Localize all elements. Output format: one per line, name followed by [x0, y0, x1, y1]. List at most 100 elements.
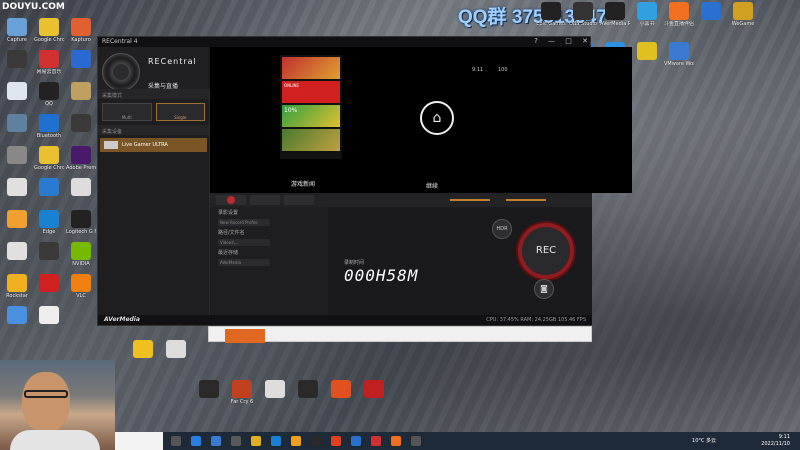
taskbar-app-icon[interactable] [211, 436, 221, 446]
app-icon [669, 42, 689, 60]
desktop-icon[interactable]: OBS Studio [568, 2, 598, 27]
desktop-icon[interactable]: AVerMedia RECentral 4 [600, 2, 630, 27]
desktop-icon[interactable] [161, 340, 191, 359]
desktop-icon[interactable] [34, 274, 64, 293]
desktop-icon[interactable]: Kapturo [66, 18, 96, 43]
desktop-icon[interactable] [696, 2, 726, 21]
taskbar-app-icon[interactable] [311, 436, 321, 446]
save-field[interactable]: AVerMedia [218, 259, 270, 266]
desktop-icon[interactable] [34, 242, 64, 261]
desktop-icon[interactable] [260, 380, 290, 399]
tab-screenshot[interactable] [284, 195, 314, 205]
volume-slider-2[interactable] [506, 199, 546, 201]
taskbar-app-icon[interactable] [291, 436, 301, 446]
desktop-icon[interactable] [2, 114, 32, 133]
desktop-icon[interactable] [66, 82, 96, 101]
app-icon [637, 2, 657, 20]
desktop-icon[interactable]: Google Chrome [34, 146, 64, 171]
desktop-icon[interactable] [194, 380, 224, 399]
maximize-icon[interactable]: □ [565, 37, 572, 45]
desktop-icon[interactable] [632, 42, 662, 61]
desktop-icon[interactable]: Epic Games [536, 2, 566, 27]
taskbar-app-icon[interactable] [171, 436, 181, 446]
taskbar-app-icon[interactable] [331, 436, 341, 446]
taskbar-app-icon[interactable] [191, 436, 201, 446]
desktop-icon[interactable]: Bluetooth [34, 114, 64, 139]
desktop-icon[interactable]: Capture [2, 18, 32, 43]
tab-stream[interactable] [250, 195, 280, 205]
desktop-icon[interactable] [34, 306, 64, 325]
desktop-icon[interactable] [2, 242, 32, 261]
camera-icon[interactable]: ◙ [534, 279, 554, 299]
profile-label: 录影设置 [218, 210, 239, 216]
capture-preview[interactable]: ONLINE 10% 游戏新闻 ⌂ 继续 9:11 100 [210, 47, 632, 193]
app-icon [39, 18, 59, 36]
taskbar-app-icon[interactable] [371, 436, 381, 446]
app-icon [7, 50, 27, 68]
taskbar-app-icon[interactable] [411, 436, 421, 446]
desktop-icon[interactable]: 网易云音乐 [34, 50, 64, 75]
desktop-icon[interactable] [2, 146, 32, 165]
rec-button[interactable]: REC [518, 223, 574, 279]
desktop-icon[interactable] [2, 306, 32, 325]
desktop-icon[interactable]: QQ [34, 82, 64, 107]
desktop-icon[interactable]: Logitech G HUB [66, 210, 96, 235]
performance-stats: CPU: 37.45% RAM: 24.25GB 105.46 FPS [486, 317, 586, 323]
recentral-window[interactable]: RECentral 4 ? — □ ✕ RECentral 采集与直播 采集模式… [97, 36, 632, 326]
desktop-icon[interactable] [326, 380, 356, 399]
desktop-icon[interactable] [34, 178, 64, 197]
tab-record[interactable] [216, 195, 246, 205]
desktop-icon[interactable] [2, 178, 32, 197]
taskbar-clock[interactable]: 9:11 2022/11/10 [761, 434, 790, 448]
taskbar-search[interactable] [115, 432, 163, 450]
desktop-icon[interactable] [359, 380, 389, 399]
desktop-icon-label: 斗鱼直播伴侣 [664, 21, 694, 27]
desktop-icon[interactable] [66, 114, 96, 133]
desktop-icon[interactable]: Rockstar [2, 274, 32, 299]
desktop-icon[interactable] [2, 82, 32, 101]
mode-multi-button[interactable]: Multi [102, 103, 152, 121]
taskbar-app-icon[interactable] [391, 436, 401, 446]
mode-single-button[interactable]: Single [155, 103, 205, 121]
desktop-icon[interactable] [66, 178, 96, 197]
desktop-icon[interactable] [66, 50, 96, 69]
app-icon [364, 380, 384, 398]
app-icon [331, 380, 351, 398]
path-field[interactable]: Videos\... [218, 239, 270, 246]
app-icon [71, 82, 91, 100]
desktop-icon[interactable]: 小黑书 [632, 2, 662, 27]
volume-slider-1[interactable] [450, 199, 490, 201]
device-item[interactable]: Live Gamer ULTRA [100, 138, 207, 152]
desktop-icon[interactable] [128, 340, 158, 359]
desktop-icon[interactable]: 斗鱼直播伴侣 [664, 2, 694, 27]
desktop-icon[interactable] [2, 50, 32, 69]
hdr-button[interactable]: HDR [492, 219, 512, 239]
help-icon[interactable]: ? [534, 37, 538, 45]
streamer-shirt [10, 430, 100, 450]
desktop-icon[interactable]: Google Chrome [34, 18, 64, 43]
desktop-icon[interactable]: Edge [34, 210, 64, 235]
desktop-icon-label: AVerMedia RECentral 4 [600, 21, 630, 27]
desktop-icon[interactable]: VLC [66, 274, 96, 299]
desktop-icon-label: Capture [7, 37, 27, 43]
close-icon[interactable]: ✕ [582, 37, 588, 45]
background-window[interactable] [208, 326, 592, 343]
path-label: 路径/文件名 [218, 230, 245, 236]
desktop-icon[interactable] [2, 210, 32, 229]
desktop-icon[interactable]: WeGame [728, 2, 758, 27]
profile-select[interactable]: New Record Profile [218, 219, 270, 226]
taskbar-app-icon[interactable] [351, 436, 361, 446]
desktop-icon[interactable]: NVIDIA [66, 242, 96, 267]
app-icon [39, 306, 59, 324]
app-icon [7, 82, 27, 100]
minimize-icon[interactable]: — [548, 37, 555, 45]
douyu-watermark: DOUYU.COM [2, 2, 65, 12]
desktop-icon[interactable]: VMware Workstation [664, 42, 694, 67]
taskbar-app-icon[interactable] [251, 436, 261, 446]
desktop-icon[interactable]: Adobe Premiere [66, 146, 96, 171]
taskbar-app-icon[interactable] [271, 436, 281, 446]
desktop-icon[interactable] [293, 380, 323, 399]
taskbar-app-icon[interactable] [231, 436, 241, 446]
desktop-icon[interactable]: Far Cry 6 [227, 380, 257, 405]
window-controls[interactable]: ? — □ ✕ [526, 37, 588, 45]
